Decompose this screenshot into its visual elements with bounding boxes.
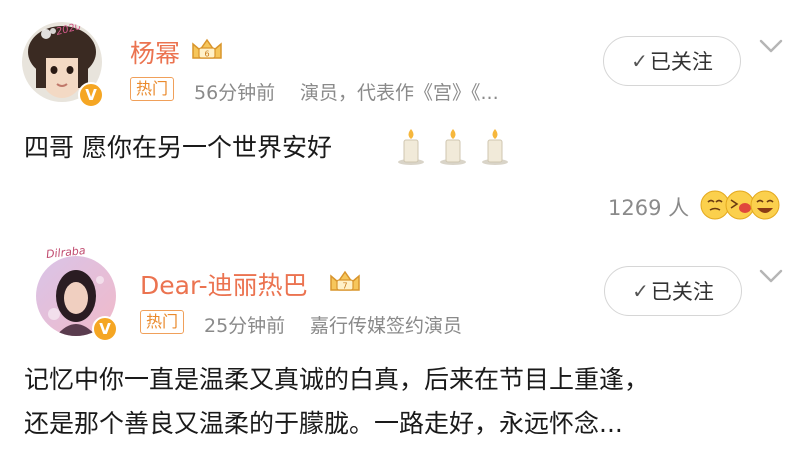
reaction-count[interactable]: 1269 人 [608, 192, 689, 222]
check-icon: ✓ [632, 279, 649, 303]
vip-crown-icon: 7 [330, 270, 360, 291]
reaction-emoji-icons[interactable] [700, 188, 780, 222]
follow-label: 已关注 [649, 50, 713, 74]
follow-label: 已关注 [650, 280, 714, 304]
svg-text:7: 7 [342, 282, 347, 291]
author-name[interactable]: Dear-迪丽热巴 [140, 266, 308, 302]
candle-icon [482, 129, 508, 165]
comment-text-line: 记忆中你一直是温柔又真诚的白真，后来在节目上重逢， [24, 365, 650, 394]
comment-card: 2020 V 杨幂 6 热门 56分钟前 演员，代表作《宫》《... ✓ 已关注… [0, 0, 810, 236]
author-description: 演员，代表作《宫》《... [300, 82, 499, 104]
candle-emoji-group [396, 126, 510, 166]
follow-button[interactable]: ✓ 已关注 [603, 36, 741, 86]
comment-text-line: 还是那个善良又温柔的于朦胧。一路走好，永远怀念... [24, 409, 623, 438]
check-icon: ✓ [631, 49, 648, 73]
post-time: 56分钟前 [194, 82, 276, 104]
comment-card: Dilraba V Dear-迪丽热巴 7 热门 25分钟前 嘉行传媒签约演员 … [0, 236, 810, 464]
post-time: 25分钟前 [204, 315, 286, 337]
comment-text: 四哥 愿你在另一个世界安好 [24, 133, 332, 162]
candle-icon [440, 129, 466, 165]
chevron-down-icon[interactable] [758, 38, 784, 54]
verified-icon: V [92, 316, 118, 342]
author-description: 嘉行传媒签约演员 [310, 315, 463, 337]
vip-crown-icon: 6 [192, 38, 222, 59]
hot-tag: 热门 [140, 310, 185, 334]
author-name[interactable]: 杨幂 [130, 34, 180, 70]
candle-icon [398, 129, 424, 165]
svg-text:6: 6 [204, 50, 209, 59]
follow-button[interactable]: ✓ 已关注 [604, 266, 742, 316]
verified-icon: V [78, 82, 104, 108]
hot-tag: 热门 [130, 77, 175, 101]
chevron-down-icon[interactable] [758, 268, 784, 284]
